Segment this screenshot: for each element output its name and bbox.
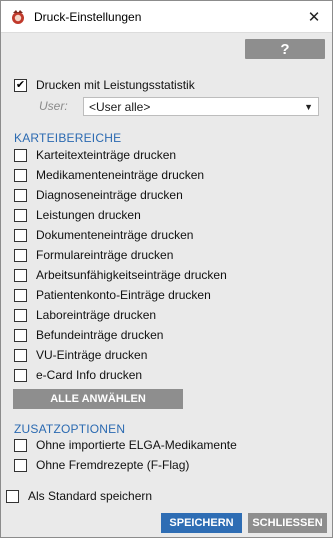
help-button[interactable]: ? <box>245 39 325 59</box>
checkbox-label: Dokumenteneinträge drucken <box>36 228 194 242</box>
checkbox-label: Diagnoseneinträge drucken <box>36 188 183 202</box>
checkbox[interactable] <box>14 328 27 342</box>
checkbox-row[interactable]: Patientenkonto-Einträge drucken <box>14 286 211 304</box>
checkbox[interactable] <box>14 368 27 382</box>
stats-checkbox-row[interactable]: ✔ Drucken mit Leistungsstatistik <box>14 76 195 94</box>
dialog-window: Druck-Einstellungen ✕ ? ✔ Drucken mit Le… <box>0 0 333 538</box>
checkbox-row[interactable]: Formulareinträge drucken <box>14 246 173 264</box>
checkbox-row[interactable]: Karteitexteinträge drucken <box>14 146 176 164</box>
checkbox-label: Karteitexteinträge drucken <box>36 148 177 162</box>
checkbox[interactable] <box>14 268 27 282</box>
close-icon[interactable]: ✕ <box>296 1 332 32</box>
checkbox[interactable] <box>14 288 27 302</box>
standard-checkbox-row[interactable]: Als Standard speichern <box>6 487 152 505</box>
checkbox[interactable] <box>14 458 27 472</box>
checkbox-row[interactable]: Dokumenteneinträge drucken <box>14 226 193 244</box>
checkbox-row[interactable]: Leistungen drucken <box>14 206 141 224</box>
checkbox-label: VU-Einträge drucken <box>36 348 148 362</box>
select-all-button[interactable]: ALLE ANWÄHLEN <box>13 389 183 409</box>
checkbox-label: Medikamenteneinträge drucken <box>36 168 205 182</box>
checkbox[interactable] <box>14 308 27 322</box>
app-logo-icon <box>12 9 24 24</box>
user-dropdown-value: <User alle> <box>89 99 151 114</box>
checkbox[interactable] <box>14 188 27 202</box>
checkbox-row[interactable]: Diagnoseneinträge drucken <box>14 186 183 204</box>
checkbox-label: Formulareinträge drucken <box>36 248 174 262</box>
user-label: User: <box>39 99 68 113</box>
dropdown-arrow-icon: ▼ <box>304 101 313 112</box>
checkbox-row[interactable]: Ohne importierte ELGA-Medikamente <box>14 436 237 454</box>
window-title: Druck-Einstellungen <box>34 9 142 24</box>
checkbox[interactable] <box>14 438 27 452</box>
checkbox-label: Ohne Fremdrezepte (F-Flag) <box>36 458 190 472</box>
standard-label: Als Standard speichern <box>28 489 153 503</box>
stats-label: Drucken mit Leistungsstatistik <box>36 78 195 92</box>
checkbox-row[interactable]: Medikamenteneinträge drucken <box>14 166 204 184</box>
checkbox-row[interactable]: Befundeinträge drucken <box>14 326 163 344</box>
checkbox-label: Patientenkonto-Einträge drucken <box>36 288 211 302</box>
user-dropdown[interactable]: <User alle> ▼ <box>83 97 319 116</box>
checkbox[interactable] <box>14 208 27 222</box>
checkbox-label: Laboreinträge drucken <box>36 308 157 322</box>
checkbox-row[interactable]: Arbeitsunfähigkeitseinträge drucken <box>14 266 227 284</box>
checkbox[interactable] <box>14 148 27 162</box>
checkbox[interactable] <box>14 168 27 182</box>
checkbox-label: Befundeinträge drucken <box>36 328 164 342</box>
checkbox-label: Arbeitsunfähigkeitseinträge drucken <box>36 268 227 282</box>
standard-checkbox[interactable] <box>6 489 19 503</box>
checkbox-row[interactable]: Ohne Fremdrezepte (F-Flag) <box>14 456 189 474</box>
help-row: ? <box>1 33 332 68</box>
stats-checkbox[interactable]: ✔ <box>14 78 27 92</box>
checkbox-row[interactable]: VU-Einträge drucken <box>14 346 147 364</box>
checkbox-label: Ohne importierte ELGA-Medikamente <box>36 438 237 452</box>
save-button[interactable]: SPEICHERN <box>161 513 242 533</box>
title-bar: Druck-Einstellungen ✕ <box>1 1 332 33</box>
checkbox-row[interactable]: Laboreinträge drucken <box>14 306 156 324</box>
checkbox-label: Leistungen drucken <box>36 208 141 222</box>
checkbox[interactable] <box>14 228 27 242</box>
checkbox-row[interactable]: e-Card Info drucken <box>14 366 142 384</box>
karteibereiche-title: KARTEIBEREICHE <box>14 131 122 145</box>
checkbox[interactable] <box>14 248 27 262</box>
checkbox-label: e-Card Info drucken <box>36 368 143 382</box>
checkbox[interactable] <box>14 348 27 362</box>
close-button[interactable]: SCHLIESSEN <box>248 513 327 533</box>
zusatzoptionen-title: ZUSATZOPTIONEN <box>14 422 126 436</box>
